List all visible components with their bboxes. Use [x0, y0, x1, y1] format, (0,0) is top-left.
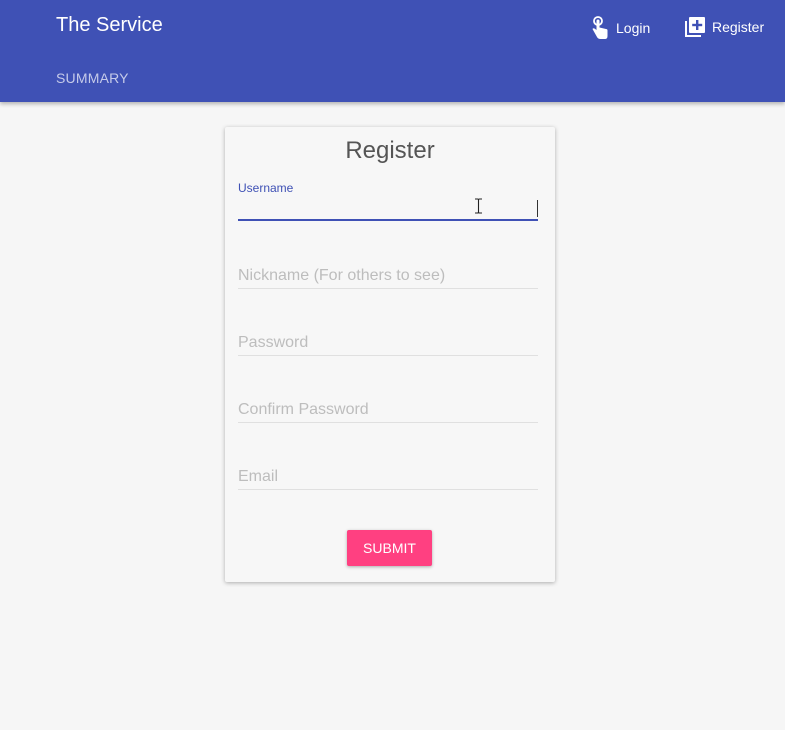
nickname-input[interactable]	[238, 263, 538, 289]
form-title: Register	[345, 137, 435, 164]
text-caret	[537, 200, 538, 217]
username-field: Username	[238, 181, 538, 223]
register-link[interactable]: Register	[684, 16, 764, 38]
password-underline	[238, 355, 538, 356]
app-title[interactable]: The Service	[56, 14, 163, 37]
register-card: Register Username Nickname (For others t…	[225, 127, 555, 582]
confirm-password-field: Confirm Password	[238, 397, 538, 423]
confirm-password-input[interactable]	[238, 397, 538, 423]
username-input[interactable]	[238, 194, 538, 220]
summary-tab[interactable]: SUMMARY	[56, 70, 129, 86]
register-label: Register	[712, 19, 765, 35]
ibeam-cursor-icon	[474, 198, 483, 219]
email-field: Email	[238, 464, 538, 490]
password-input[interactable]	[238, 330, 538, 356]
username-underline	[238, 219, 538, 221]
login-label: Login	[616, 20, 651, 36]
email-underline	[238, 489, 538, 490]
submit-button[interactable]: SUBMIT	[347, 530, 432, 566]
touch-hand-icon	[590, 16, 610, 40]
app-bar: The Service Login Register SUMMARY	[0, 0, 785, 102]
username-label: Username	[238, 181, 294, 195]
nickname-field: Nickname (For others to see)	[238, 263, 538, 289]
confirm-password-underline	[238, 422, 538, 423]
nickname-underline	[238, 288, 538, 289]
login-link[interactable]: Login	[590, 16, 650, 40]
library-add-icon	[684, 16, 706, 38]
email-input[interactable]	[238, 464, 538, 490]
password-field: Password	[238, 330, 538, 356]
